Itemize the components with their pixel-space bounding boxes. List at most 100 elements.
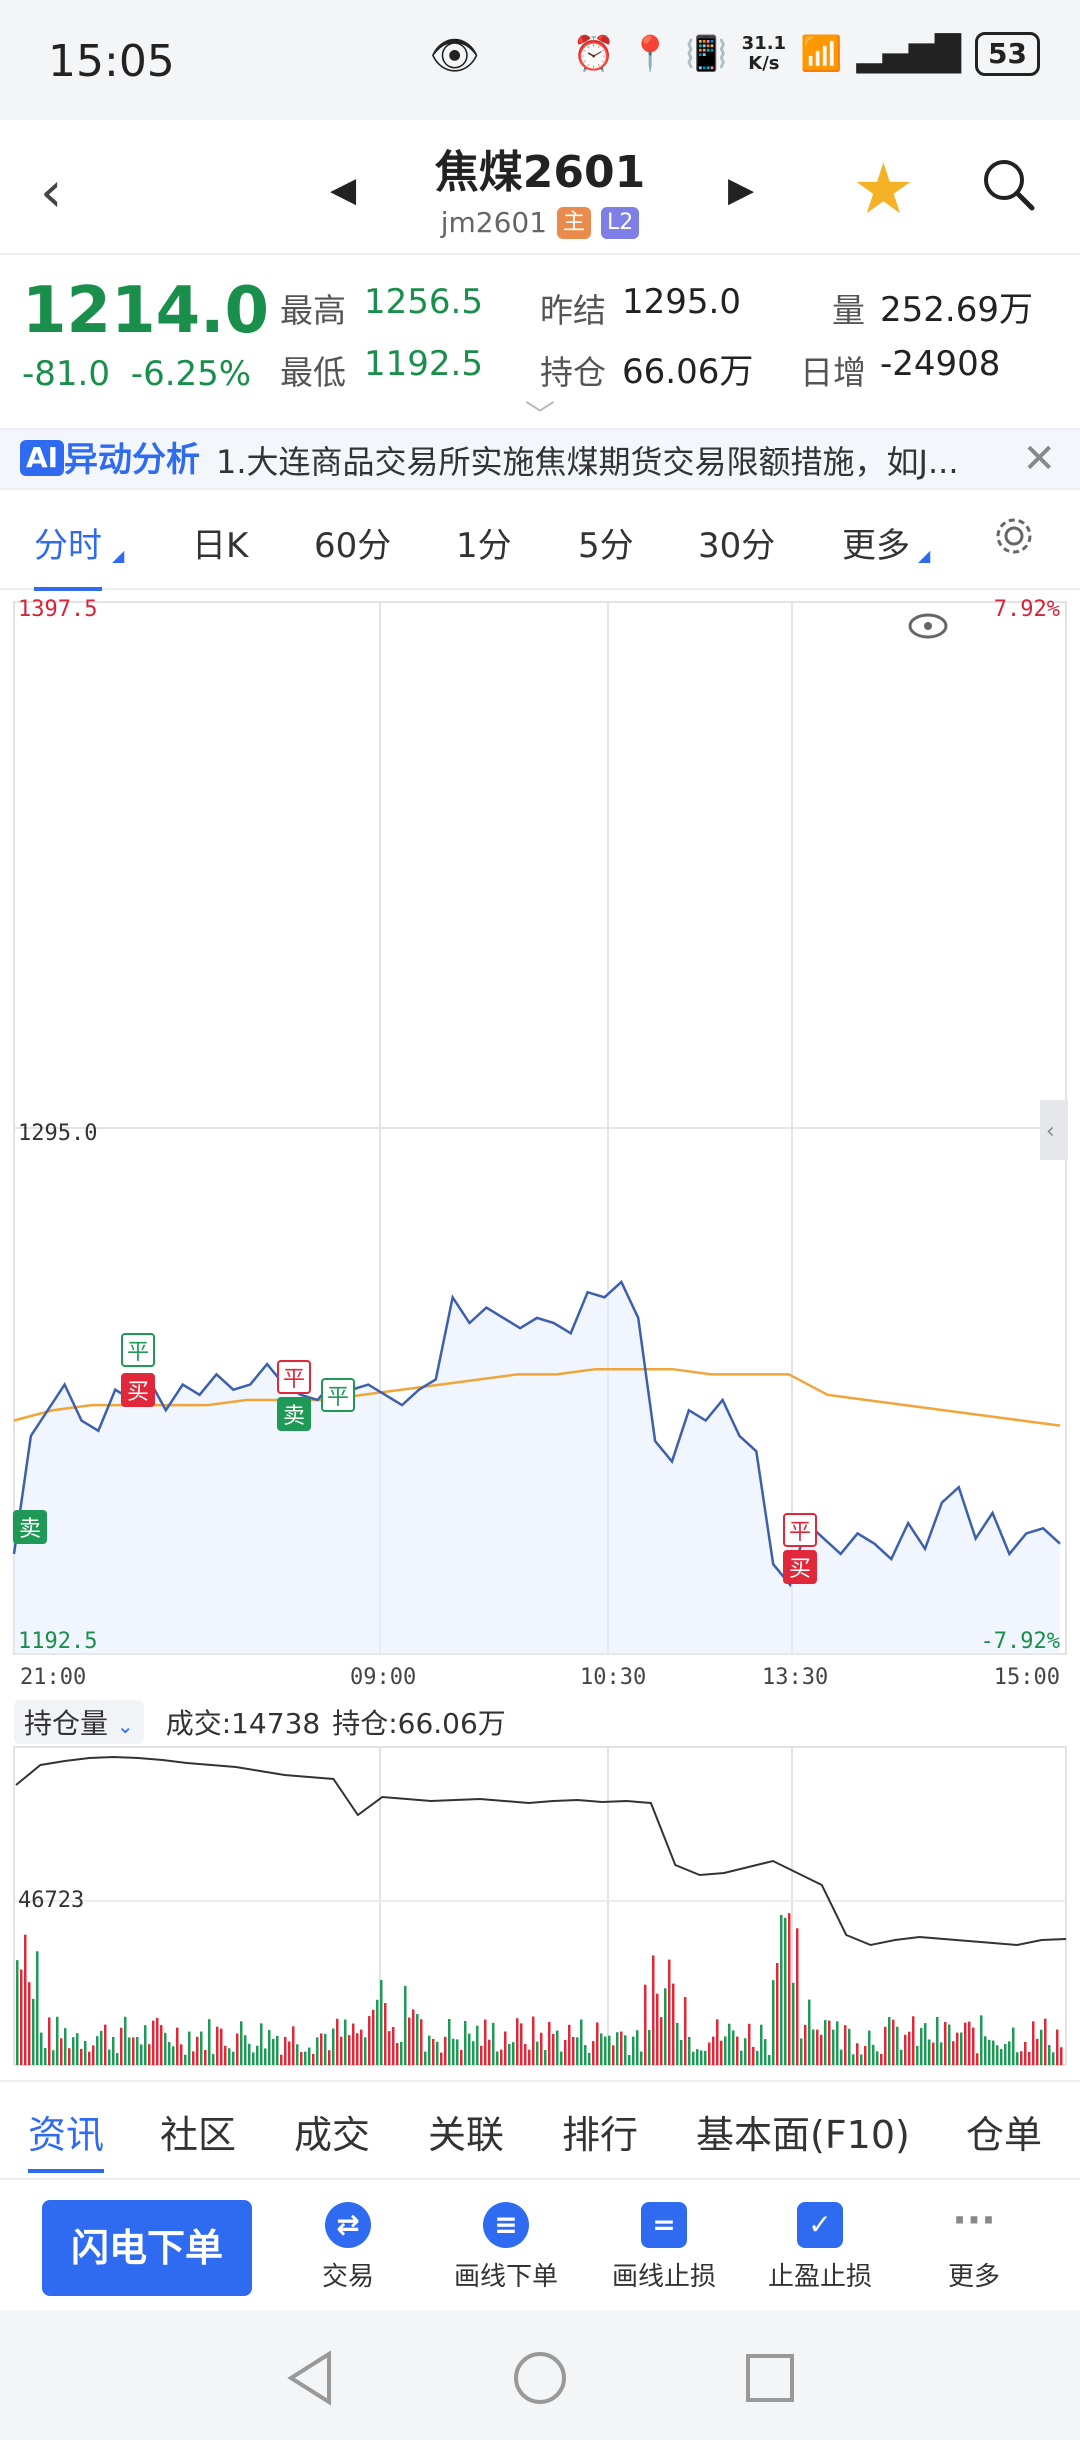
intraday-chart[interactable]: 卖平买平卖平平买 1397.5 1295.0 1192.5 7.92% -7.9… bbox=[0, 592, 1080, 1702]
volume-bar bbox=[192, 2051, 195, 2065]
tab-deals[interactable]: 成交 bbox=[294, 2104, 370, 2159]
volume-mid-label: 46723 bbox=[18, 1888, 84, 1913]
volume-bar bbox=[392, 2026, 395, 2065]
volume-bar bbox=[600, 2033, 603, 2065]
volume-bar bbox=[708, 2042, 711, 2065]
volume-bar bbox=[52, 2050, 55, 2065]
draw-line-stop-button[interactable]: = 画线止损 bbox=[594, 2202, 734, 2293]
volume-bar bbox=[380, 1980, 383, 2065]
x-label-0900: 09:00 bbox=[350, 1665, 416, 1690]
net-speed: 31.1 K/s bbox=[741, 33, 787, 74]
volume-bar bbox=[440, 2052, 443, 2065]
tab-intraday[interactable]: 分时 bbox=[34, 518, 102, 591]
nav-home-icon[interactable] bbox=[512, 2350, 568, 2406]
tab-30min[interactable]: 30分 bbox=[698, 518, 775, 567]
volume-bar bbox=[500, 2049, 503, 2065]
tab-related[interactable]: 关联 bbox=[428, 2104, 504, 2159]
anomaly-news-text[interactable]: 1.大连商品交易所实施焦煤期货交易限额措施，如J... bbox=[216, 442, 986, 482]
settings-gear-icon[interactable] bbox=[992, 514, 1036, 558]
volume-bar bbox=[248, 2043, 251, 2065]
volume-bar bbox=[668, 1959, 671, 2065]
volume-bar bbox=[796, 1928, 799, 2065]
trade-marker-label: 平 bbox=[127, 1340, 149, 1365]
volume-bar bbox=[872, 2044, 875, 2065]
volume-value: 252.69万 bbox=[880, 290, 1033, 330]
quote-panel: 1214.0 -81.0 -6.25% 最高 1256.5 最低 1192.5 … bbox=[0, 256, 1080, 434]
x-label-1500: 15:00 bbox=[994, 1665, 1060, 1690]
tab-more[interactable]: 更多 bbox=[842, 518, 910, 567]
next-contract-icon[interactable]: ▶ bbox=[728, 170, 754, 210]
volume-bar bbox=[16, 1960, 19, 2065]
volume-bar bbox=[784, 1917, 787, 2065]
volume-bar bbox=[116, 2053, 119, 2065]
volume-bar bbox=[268, 2030, 271, 2065]
volume-bar bbox=[336, 2018, 339, 2065]
volume-panel-header: 持仓量 ⌄ 成交:14738 持仓:66.06万 bbox=[14, 1700, 506, 1744]
chart-eye-icon[interactable] bbox=[908, 613, 948, 639]
side-collapse-icon[interactable]: ‹ bbox=[1040, 1100, 1068, 1160]
volume-bar bbox=[964, 2022, 967, 2065]
nav-back-icon[interactable] bbox=[285, 2350, 335, 2406]
trade-button[interactable]: ⇄ 交易 bbox=[278, 2202, 418, 2293]
volume-bar bbox=[412, 2009, 415, 2065]
volume-bar bbox=[404, 1985, 407, 2065]
volume-bar bbox=[892, 2019, 895, 2065]
volume-bar bbox=[588, 2052, 591, 2065]
volume-bar bbox=[88, 2051, 91, 2065]
volume-bar bbox=[592, 2041, 595, 2065]
volume-bar bbox=[572, 2037, 575, 2065]
tab-ranking[interactable]: 排行 bbox=[562, 2104, 638, 2159]
draw-line-order-button[interactable]: ≡ 画线下单 bbox=[436, 2202, 576, 2293]
volume-bar bbox=[904, 2034, 907, 2065]
tab-fundamentals[interactable]: 基本面(F10) bbox=[696, 2104, 910, 2159]
volume-bar bbox=[368, 2016, 371, 2065]
volume-bar bbox=[320, 2033, 323, 2065]
tab-5min[interactable]: 5分 bbox=[578, 518, 634, 567]
take-profit-stop-loss-button[interactable]: ✓ 止盈止损 bbox=[750, 2202, 890, 2293]
volume-bar bbox=[700, 2050, 703, 2065]
y-mid-label: 1295.0 bbox=[18, 1121, 97, 1146]
volume-bar bbox=[596, 2022, 599, 2065]
indicator-select[interactable]: 持仓量 ⌄ bbox=[14, 1700, 144, 1744]
low-value: 1192.5 bbox=[364, 344, 483, 384]
trade-marker-label: 卖 bbox=[19, 1517, 41, 1542]
svg-text:‹: ‹ bbox=[1046, 1119, 1055, 1144]
nav-recents-icon[interactable] bbox=[744, 2352, 796, 2404]
volume-bar bbox=[816, 2029, 819, 2065]
volume-bar bbox=[748, 2023, 751, 2065]
volume-bar bbox=[1048, 2045, 1051, 2065]
draw-order-icon: ≡ bbox=[483, 2202, 529, 2248]
tab-60min[interactable]: 60分 bbox=[314, 518, 391, 567]
tab-daily-k[interactable]: 日K bbox=[192, 518, 248, 567]
volume-bar bbox=[428, 2035, 431, 2065]
pct-bottom-label: -7.92% bbox=[981, 1629, 1060, 1654]
volume-bar bbox=[580, 2019, 583, 2065]
open-interest-text: 持仓:66.06万 bbox=[332, 1707, 506, 1740]
volume-chart[interactable]: 46723 bbox=[0, 1745, 1080, 2075]
volume-bar bbox=[824, 2020, 827, 2065]
flash-order-button[interactable]: 闪电下单 bbox=[42, 2200, 252, 2296]
volume-bar bbox=[524, 2043, 527, 2065]
tab-1min[interactable]: 1分 bbox=[456, 518, 512, 567]
wifi-icon: 📶 bbox=[800, 34, 843, 74]
more-button[interactable]: ··· 更多 bbox=[904, 2201, 1044, 2293]
volume-bar bbox=[820, 2034, 823, 2065]
tab-news[interactable]: 资讯 bbox=[28, 2104, 105, 2173]
favorite-star-icon[interactable]: ★ bbox=[852, 148, 915, 230]
x-label-1030: 10:30 bbox=[580, 1665, 646, 1690]
volume-bar bbox=[860, 2054, 863, 2065]
trade-marker-2: 买 bbox=[121, 1373, 155, 1407]
volume-bar bbox=[200, 2031, 203, 2065]
close-icon[interactable]: ✕ bbox=[1022, 436, 1056, 482]
anomaly-news-bar[interactable]: AI 异动分析 1.大连商品交易所实施焦煤期货交易限额措施，如J... ✕ bbox=[0, 428, 1080, 490]
volume-bar bbox=[76, 2033, 79, 2065]
tab-warehouse-receipt[interactable]: 仓单 bbox=[966, 2104, 1042, 2159]
x-label-2100: 21:00 bbox=[20, 1665, 86, 1690]
tab-community[interactable]: 社区 bbox=[160, 2104, 236, 2159]
volume-bar bbox=[512, 2042, 515, 2065]
volume-bar bbox=[924, 2023, 927, 2065]
search-icon[interactable] bbox=[980, 156, 1036, 212]
dropdown-corner-icon: ◢ bbox=[112, 546, 125, 565]
volume-bar bbox=[868, 2030, 871, 2065]
l2-badge: L2 bbox=[601, 206, 640, 239]
